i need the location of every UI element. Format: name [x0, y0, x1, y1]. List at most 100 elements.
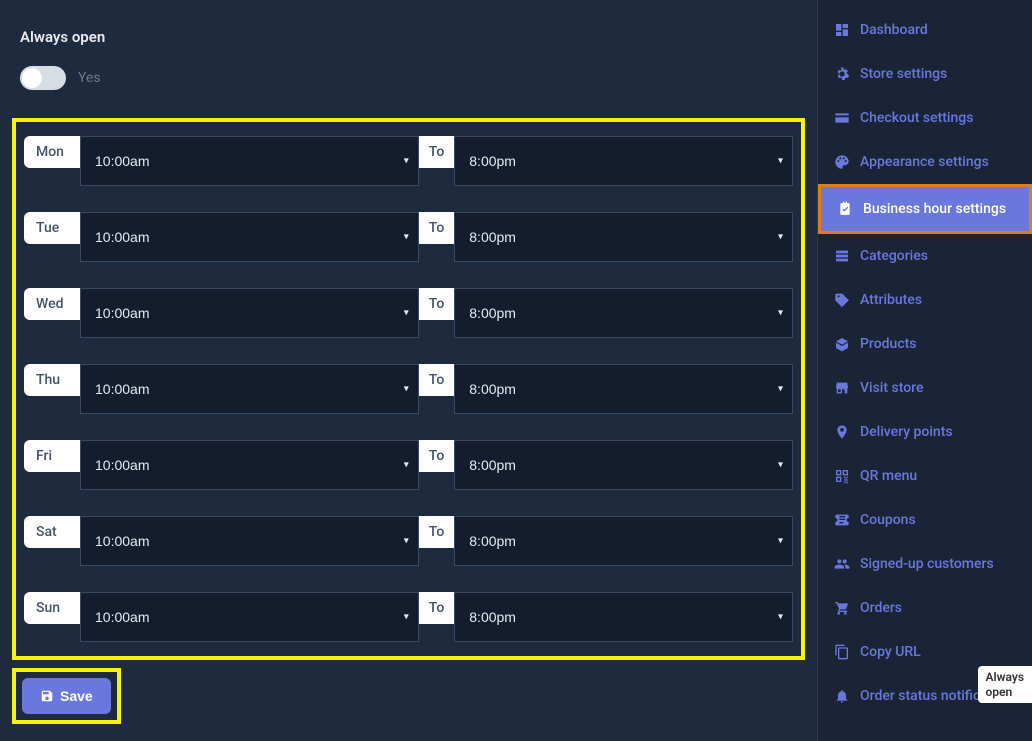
to-label: To	[419, 364, 455, 396]
sidebar-item-attributes[interactable]: Attributes	[818, 278, 1032, 322]
day-label: Wed	[24, 288, 80, 320]
sidebar-item-checkout-settings[interactable]: Checkout settings	[818, 96, 1032, 140]
to-label: To	[419, 136, 455, 168]
close-time-select[interactable]: 8:00pm	[454, 136, 793, 186]
day-row: Mon10:00amTo8:00pm	[24, 136, 793, 186]
day-row: Sat10:00amTo8:00pm	[24, 516, 793, 566]
open-time-wrap: 10:00am	[80, 364, 419, 414]
sidebar-item-label: Delivery points	[860, 424, 953, 440]
close-time-wrap: 8:00pm	[454, 364, 793, 414]
day-label: Mon	[24, 136, 80, 168]
sidebar-item-label: Coupons	[860, 512, 916, 528]
always-open-toggle[interactable]	[20, 66, 66, 90]
sidebar-item-qr-menu[interactable]: QR menu	[818, 454, 1032, 498]
sidebar-item-label: Copy URL	[860, 644, 921, 660]
main-content: Always open Yes Mon10:00amTo8:00pmTue10:…	[0, 0, 817, 741]
toggle-knob	[22, 68, 42, 88]
sidebar-item-signed-up-customers[interactable]: Signed-up customers	[818, 542, 1032, 586]
close-time-wrap: 8:00pm	[454, 516, 793, 566]
store-icon	[834, 380, 850, 396]
open-time-select[interactable]: 10:00am	[80, 288, 419, 338]
close-time-wrap: 8:00pm	[454, 440, 793, 490]
cart-icon	[834, 600, 850, 616]
open-time-select[interactable]: 10:00am	[80, 516, 419, 566]
coupon-icon	[834, 512, 850, 528]
to-label: To	[419, 516, 455, 548]
sidebar-item-orders[interactable]: Orders	[818, 586, 1032, 630]
categories-icon	[834, 248, 850, 264]
users-icon	[834, 556, 850, 572]
copy-icon	[834, 644, 850, 660]
sidebar-item-label: Checkout settings	[860, 110, 973, 126]
day-label: Sun	[24, 592, 80, 624]
palette-icon	[834, 154, 850, 170]
toggle-text: Yes	[78, 70, 101, 86]
sidebar-item-label: Visit store	[860, 380, 924, 396]
day-row: Wed10:00amTo8:00pm	[24, 288, 793, 338]
sidebar-item-label: Business hour settings	[863, 201, 1006, 217]
to-label: To	[419, 212, 455, 244]
sidebar-item-label: Products	[860, 336, 917, 352]
close-time-wrap: 8:00pm	[454, 288, 793, 338]
day-label: Thu	[24, 364, 80, 396]
close-time-select[interactable]: 8:00pm	[454, 516, 793, 566]
sidebar-item-label: QR menu	[860, 468, 917, 484]
open-time-wrap: 10:00am	[80, 592, 419, 642]
tags-icon	[834, 292, 850, 308]
open-time-select[interactable]: 10:00am	[80, 592, 419, 642]
save-box: Save	[12, 668, 121, 724]
sidebar-item-appearance-settings[interactable]: Appearance settings	[818, 140, 1032, 184]
qr-icon	[834, 468, 850, 484]
day-label: Fri	[24, 440, 80, 472]
open-time-wrap: 10:00am	[80, 440, 419, 490]
pin-icon	[834, 424, 850, 440]
open-time-wrap: 10:00am	[80, 212, 419, 262]
sidebar-item-dashboard[interactable]: Dashboard	[818, 8, 1032, 52]
always-open-badge: Alwaysopen	[978, 666, 1032, 703]
day-label: Sat	[24, 516, 80, 548]
gear-icon	[834, 66, 850, 82]
save-button-label: Save	[60, 688, 93, 704]
open-time-select[interactable]: 10:00am	[80, 212, 419, 262]
always-open-label: Always open	[20, 28, 797, 46]
sidebar-item-label: Categories	[860, 248, 928, 264]
open-time-select[interactable]: 10:00am	[80, 440, 419, 490]
close-time-select[interactable]: 8:00pm	[454, 592, 793, 642]
sidebar-item-store-settings[interactable]: Store settings	[818, 52, 1032, 96]
card-icon	[834, 110, 850, 126]
day-row: Sun10:00amTo8:00pm	[24, 592, 793, 642]
day-row: Fri10:00amTo8:00pm	[24, 440, 793, 490]
close-time-select[interactable]: 8:00pm	[454, 364, 793, 414]
sidebar-item-business-hour-settings[interactable]: Business hour settings	[818, 184, 1032, 234]
sidebar-item-label: Attributes	[860, 292, 922, 308]
sidebar-item-label: Appearance settings	[860, 154, 989, 170]
save-button[interactable]: Save	[22, 678, 111, 714]
sidebar-item-label: Dashboard	[860, 22, 928, 38]
close-time-wrap: 8:00pm	[454, 592, 793, 642]
sidebar-item-label: Signed-up customers	[860, 556, 994, 572]
to-label: To	[419, 440, 455, 472]
open-time-wrap: 10:00am	[80, 516, 419, 566]
dashboard-icon	[834, 22, 850, 38]
business-hours-box: Mon10:00amTo8:00pmTue10:00amTo8:00pmWed1…	[12, 118, 805, 660]
sidebar-item-categories[interactable]: Categories	[818, 234, 1032, 278]
close-time-wrap: 8:00pm	[454, 212, 793, 262]
sidebar-item-delivery-points[interactable]: Delivery points	[818, 410, 1032, 454]
open-time-select[interactable]: 10:00am	[80, 136, 419, 186]
sidebar: Dashboard Store settings Checkout settings…	[817, 0, 1032, 741]
day-row: Thu10:00amTo8:00pm	[24, 364, 793, 414]
sidebar-item-products[interactable]: Products	[818, 322, 1032, 366]
sidebar-item-visit-store[interactable]: Visit store	[818, 366, 1032, 410]
toggle-row: Yes	[20, 66, 797, 90]
open-time-select[interactable]: 10:00am	[80, 364, 419, 414]
sidebar-item-coupons[interactable]: Coupons	[818, 498, 1032, 542]
close-time-select[interactable]: 8:00pm	[454, 212, 793, 262]
open-time-wrap: 10:00am	[80, 136, 419, 186]
day-label: Tue	[24, 212, 80, 244]
close-time-select[interactable]: 8:00pm	[454, 288, 793, 338]
bell-icon	[834, 688, 850, 704]
open-time-wrap: 10:00am	[80, 288, 419, 338]
close-time-select[interactable]: 8:00pm	[454, 440, 793, 490]
to-label: To	[419, 592, 455, 624]
clock-icon	[837, 201, 853, 217]
